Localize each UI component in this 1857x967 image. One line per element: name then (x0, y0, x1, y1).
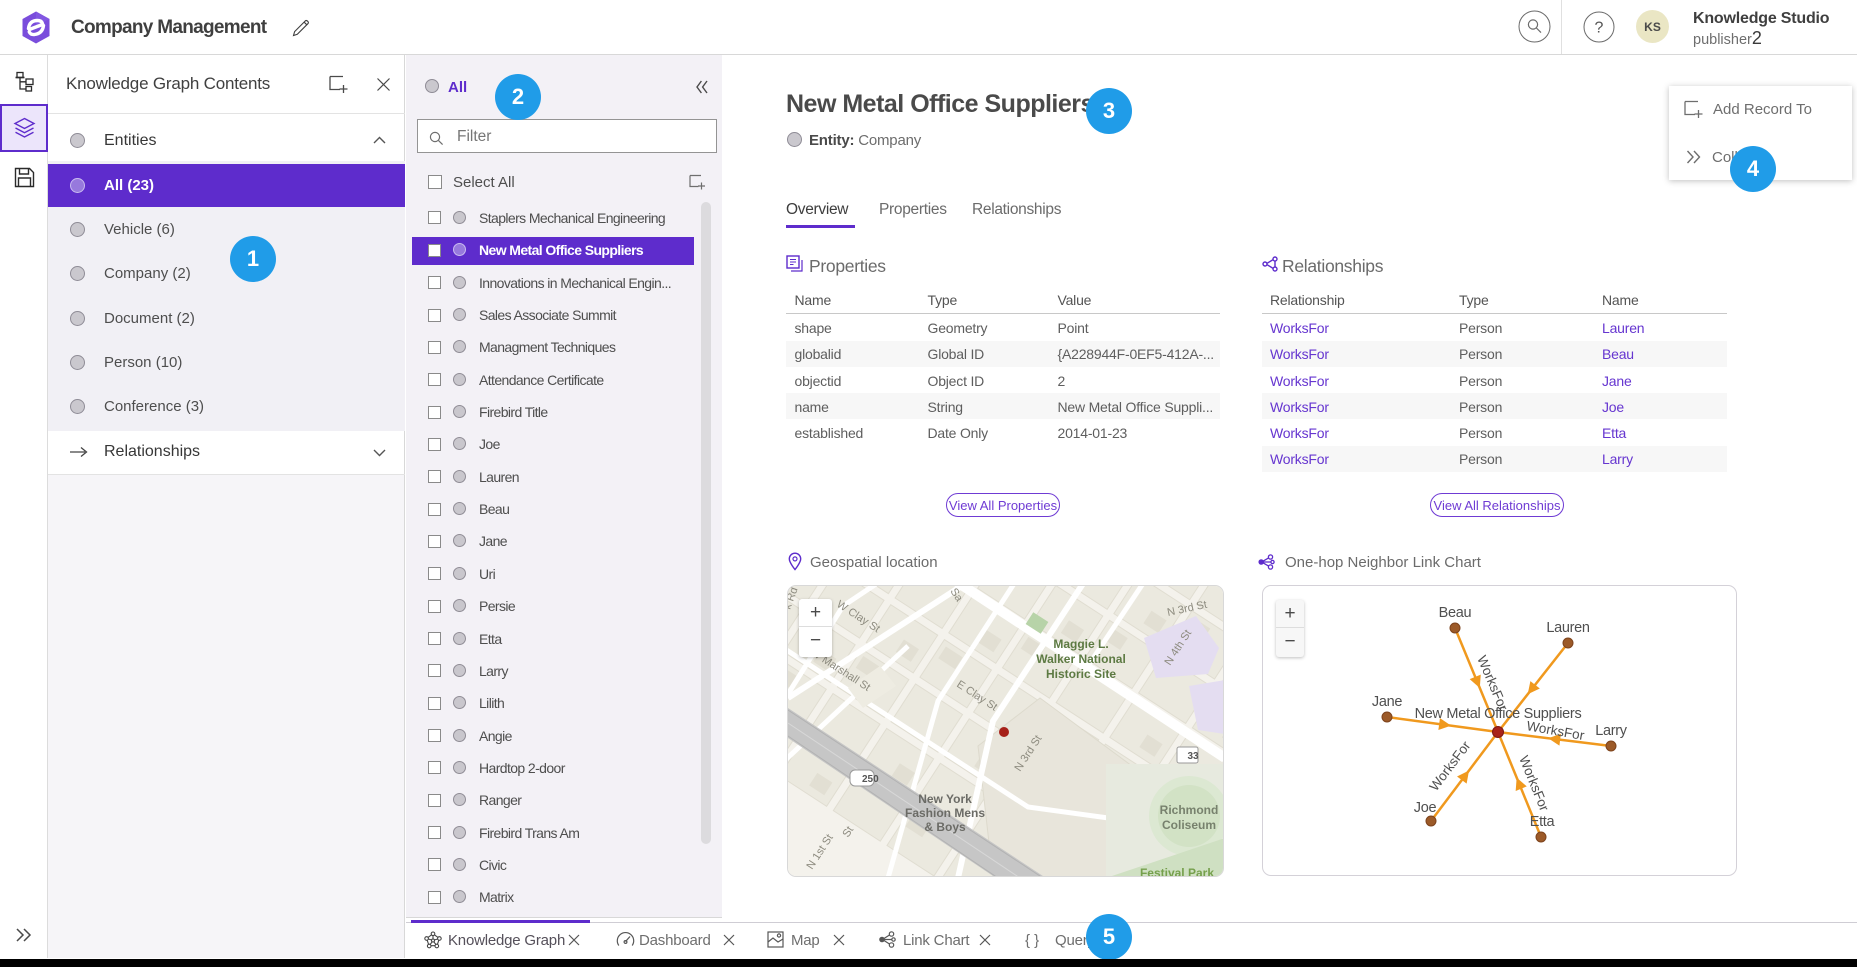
svg-text:New York: New York (918, 792, 972, 806)
svg-text:250: 250 (862, 774, 879, 785)
svg-text:Historic Site: Historic Site (1046, 667, 1116, 681)
svg-text:New Metal Office Suppliers: New Metal Office Suppliers (1415, 706, 1582, 722)
svg-text:Maggie L.: Maggie L. (1053, 637, 1108, 651)
svg-text:Festival Park: Festival Park (1140, 866, 1214, 877)
svg-text:Richmond: Richmond (1160, 803, 1219, 817)
svg-text:?: ? (1595, 20, 1604, 37)
svg-text:WorksFor: WorksFor (1426, 738, 1473, 794)
svg-text:Larry: Larry (1595, 723, 1628, 739)
svg-text:Coliseum: Coliseum (1162, 818, 1216, 832)
svg-text:Walker National: Walker National (1036, 652, 1126, 666)
svg-text:Etta: Etta (1530, 814, 1556, 830)
svg-text:Beau: Beau (1439, 605, 1472, 621)
svg-text:33: 33 (1188, 751, 1200, 762)
svg-text:& Boys: & Boys (924, 820, 966, 834)
svg-text:Jane: Jane (1372, 694, 1402, 710)
svg-text:Fashion Mens: Fashion Mens (905, 806, 985, 820)
svg-text:Joe: Joe (1414, 800, 1437, 816)
svg-text:Lauren: Lauren (1546, 620, 1590, 636)
